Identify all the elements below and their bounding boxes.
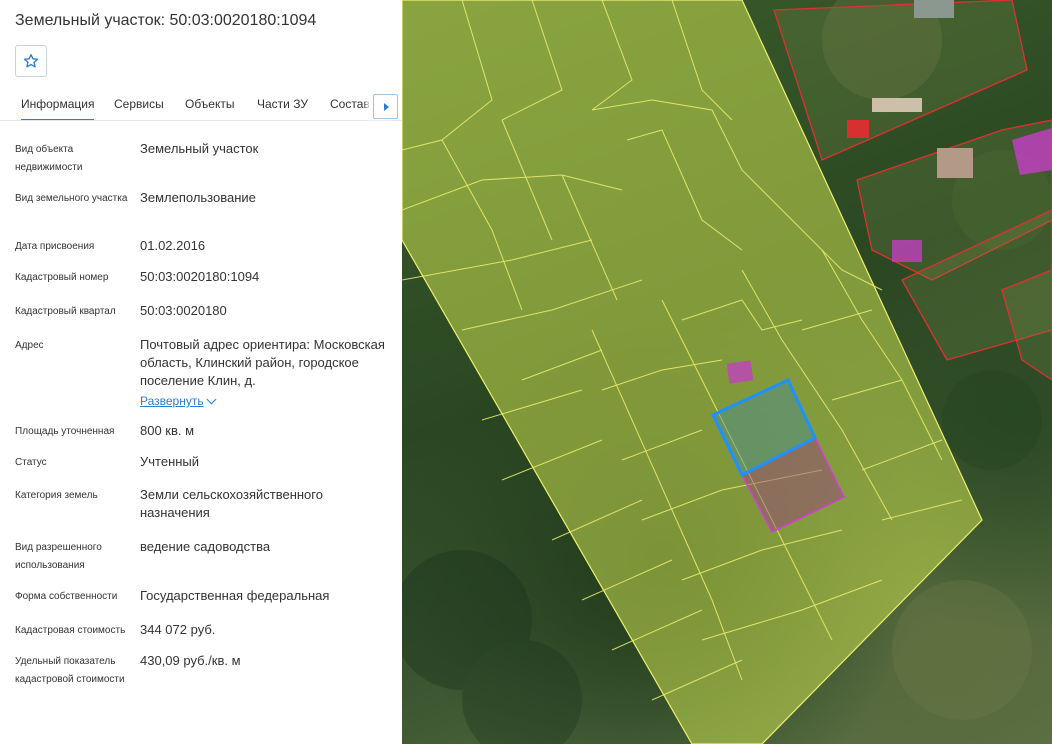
info-panel: Земельный участок: 50:03:0020180:1094 Ин… — [0, 0, 402, 744]
tab-objects[interactable]: Объекты — [185, 97, 235, 111]
field-value-ownership: Государственная федеральная — [140, 588, 330, 603]
tab-services[interactable]: Сервисы — [114, 97, 164, 111]
expand-address-link[interactable]: Развернуть — [140, 392, 204, 410]
field-label-area: Площадь уточненная — [15, 426, 115, 437]
building — [726, 360, 754, 384]
tabs-scroll-right-button[interactable] — [373, 94, 398, 119]
page-title: Земельный участок: 50:03:0020180:1094 — [15, 12, 317, 29]
field-label-specific-value: Удельный показатель кадастровой стоимост… — [15, 656, 125, 685]
tab-bar: Информация Сервисы Объекты Части ЗУ Сост… — [0, 90, 402, 121]
building — [914, 0, 954, 18]
field-value-cadastral-value: 344 072 руб. — [140, 622, 216, 637]
field-label-cadastral-number: Кадастровый номер — [15, 272, 109, 283]
building — [937, 148, 973, 178]
field-value-parcel-type: Землепользование — [140, 190, 256, 205]
star-icon — [23, 54, 39, 68]
building — [847, 120, 869, 138]
field-value-permitted-use: ведение садоводства — [140, 539, 271, 554]
caret-right-icon — [384, 102, 389, 111]
field-value-address: Почтовый адрес ориентира: Московская обл… — [140, 337, 385, 388]
field-value-specific-value: 430,09 руб./кв. м — [140, 653, 241, 668]
field-label-parcel-type: Вид земельного участка — [15, 193, 128, 204]
field-value-status: Учтенный — [140, 454, 200, 469]
field-label-cadastral-value: Кадастровая стоимость — [15, 625, 126, 636]
field-label-status: Статус — [15, 457, 47, 468]
favorite-button[interactable] — [15, 45, 47, 77]
field-value-object-type: Земельный участок — [140, 141, 259, 156]
field-value-cadastral-number: 50:03:0020180:1094 — [140, 269, 260, 284]
field-label-permitted-use: Вид разрешенного использования — [15, 542, 102, 571]
field-value-assign-date: 01.02.2016 — [140, 238, 206, 253]
map-canvas[interactable] — [402, 0, 1052, 744]
tab-information[interactable]: Информация — [21, 97, 95, 120]
field-label-land-category: Категория земель — [15, 490, 98, 501]
field-label-assign-date: Дата присвоения — [15, 241, 95, 252]
field-label-object-type: Вид объекта недвижимости — [15, 144, 83, 173]
field-value-area: 800 кв. м — [140, 423, 195, 438]
field-value-land-category: Земли сельскохозяйственного назначения — [140, 487, 323, 520]
building — [892, 240, 922, 262]
field-label-address: Адрес — [15, 340, 44, 351]
map-view[interactable] — [402, 0, 1052, 744]
chevron-down-icon — [206, 394, 217, 405]
tab-parcel-parts[interactable]: Части ЗУ — [257, 97, 308, 111]
field-label-ownership: Форма собственности — [15, 591, 118, 602]
field-label-cadastral-quarter: Кадастровый квартал — [15, 306, 116, 317]
field-value-cadastral-quarter: 50:03:0020180 — [140, 303, 227, 318]
building — [872, 98, 922, 112]
